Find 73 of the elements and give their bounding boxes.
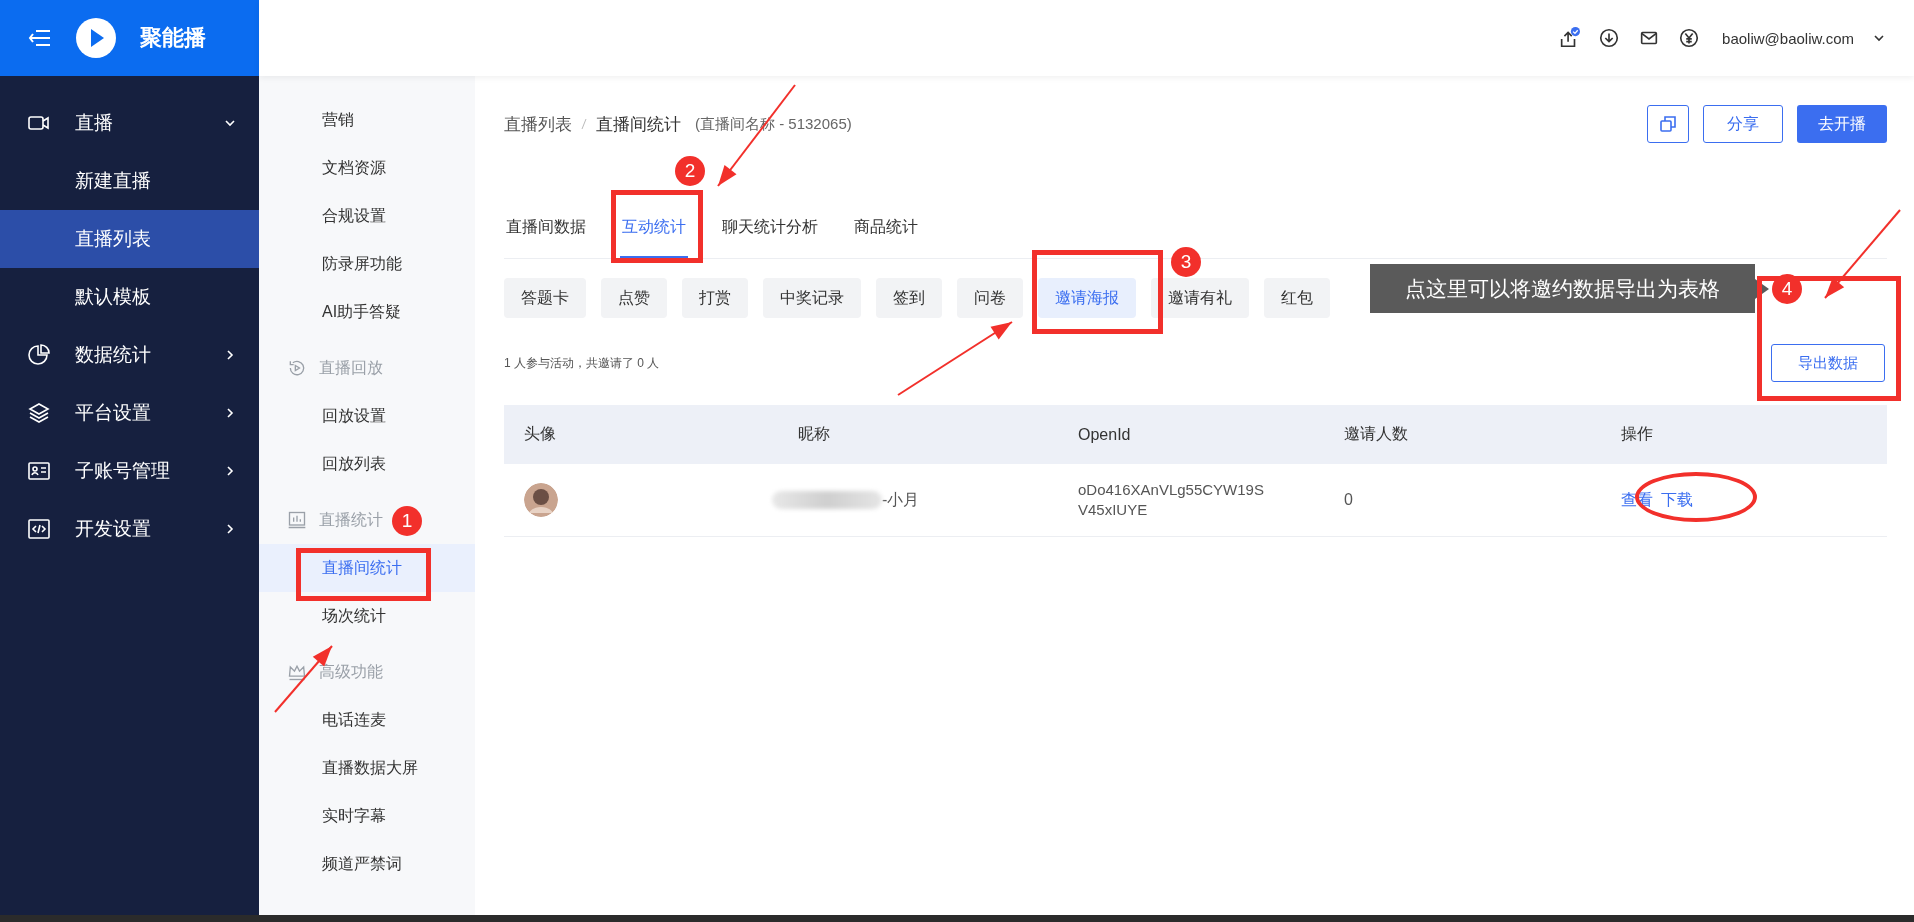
bar-chart-icon xyxy=(287,510,307,530)
pie-icon xyxy=(27,343,51,367)
filter-chip[interactable]: 中奖记录 xyxy=(763,278,861,318)
subnav-item[interactable]: 防录屏功能 xyxy=(259,240,475,288)
replay-icon xyxy=(287,358,307,378)
menu-icon[interactable] xyxy=(28,28,52,48)
group-title: 直播回放 xyxy=(319,357,383,378)
code-icon xyxy=(27,517,51,541)
filter-chip[interactable]: 邀请有礼 xyxy=(1151,278,1249,318)
breadcrumb-item: 直播间统计 xyxy=(596,113,681,136)
copy-icon xyxy=(1659,115,1677,133)
tooltip-pointer xyxy=(1755,279,1769,299)
group-title: 直播统计 xyxy=(319,509,383,530)
breadcrumb-item[interactable]: 直播列表 xyxy=(504,112,572,136)
separator-icon xyxy=(580,118,588,130)
step-marker: 2 xyxy=(675,156,705,186)
tab[interactable]: 商品统计 xyxy=(852,199,920,258)
filter-chip[interactable]: 签到 xyxy=(876,278,942,318)
nav-subitem[interactable]: 直播列表 xyxy=(0,210,259,268)
table-cell: 0 xyxy=(1324,464,1601,537)
filter-chip[interactable]: 打赏 xyxy=(682,278,748,318)
tab[interactable]: 直播间数据 xyxy=(504,199,588,258)
tab[interactable]: 聊天统计分析 xyxy=(720,199,820,258)
filter-chip[interactable]: 红包 xyxy=(1264,278,1330,318)
copy-button[interactable] xyxy=(1647,105,1689,143)
nav-item[interactable]: 直播 xyxy=(0,94,259,152)
column-header: 昵称 xyxy=(778,405,1058,464)
filter-chip[interactable]: 答题卡 xyxy=(504,278,586,318)
subnav-item[interactable]: 回放设置 xyxy=(259,392,475,440)
subnav-item[interactable]: 场次统计 xyxy=(259,592,475,640)
column-header: 邀请人数 xyxy=(1324,405,1601,464)
subnav-item[interactable]: 频道严禁词 xyxy=(259,840,475,888)
column-header: OpenId xyxy=(1058,405,1324,464)
filter-chip[interactable]: 问卷 xyxy=(957,278,1023,318)
yen-icon[interactable] xyxy=(1678,27,1701,49)
nav-item[interactable]: 子账号管理 xyxy=(0,442,259,500)
subnav-item[interactable]: 文档资源 xyxy=(259,144,475,192)
subnav-item[interactable]: 营销 xyxy=(259,96,475,144)
id-card-icon xyxy=(27,459,51,483)
subnav-item[interactable]: 电话连麦 xyxy=(259,696,475,744)
user-account[interactable]: baoliw@baoliw.com xyxy=(1722,29,1854,47)
share-button[interactable]: 分享 xyxy=(1703,105,1783,143)
tab[interactable]: 互动统计 xyxy=(620,199,688,258)
nav-item[interactable]: 平台设置 xyxy=(0,384,259,442)
avatar xyxy=(524,483,558,517)
nav-item[interactable]: 数据统计 xyxy=(0,326,259,384)
filter-chip[interactable]: 邀请海报 xyxy=(1038,278,1136,318)
tooltip: 点这里可以将邀约数据导出为表格 xyxy=(1370,264,1755,313)
column-header: 头像 xyxy=(504,405,778,464)
nav-subitem[interactable]: 新建直播 xyxy=(0,152,259,210)
action-link[interactable]: 下载 xyxy=(1661,490,1693,508)
subnav-item[interactable]: 实时字幕 xyxy=(259,792,475,840)
subnav-item[interactable]: 直播数据大屏 xyxy=(259,744,475,792)
openid: oDo416XAnVLg55CYW19SV45xIUYE xyxy=(1078,480,1265,520)
filter-chip[interactable]: 点赞 xyxy=(601,278,667,318)
subnav-item[interactable]: 回放列表 xyxy=(259,440,475,488)
column-header: 操作 xyxy=(1601,405,1887,464)
upload-icon[interactable] xyxy=(1558,27,1581,49)
logo-icon xyxy=(74,16,118,60)
download-icon[interactable] xyxy=(1598,27,1621,49)
layers-icon xyxy=(27,401,51,425)
step-marker: 4 xyxy=(1772,274,1802,304)
subnav-item[interactable]: AI助手答疑 xyxy=(259,288,475,336)
group-title: 高级功能 xyxy=(319,661,383,682)
export-button[interactable]: 导出数据 xyxy=(1771,344,1885,382)
nav-item[interactable]: 开发设置 xyxy=(0,500,259,558)
nav-subitem[interactable]: 默认模板 xyxy=(0,268,259,326)
brand-name: 聚能播 xyxy=(140,24,206,52)
summary-text: 1 人参与活动，共邀请了 0 人 xyxy=(504,354,660,372)
start-live-button[interactable]: 去开播 xyxy=(1797,105,1887,143)
step-marker: 3 xyxy=(1171,247,1201,277)
subnav-item[interactable]: 合规设置 xyxy=(259,192,475,240)
nickname: -小月 xyxy=(882,489,920,510)
